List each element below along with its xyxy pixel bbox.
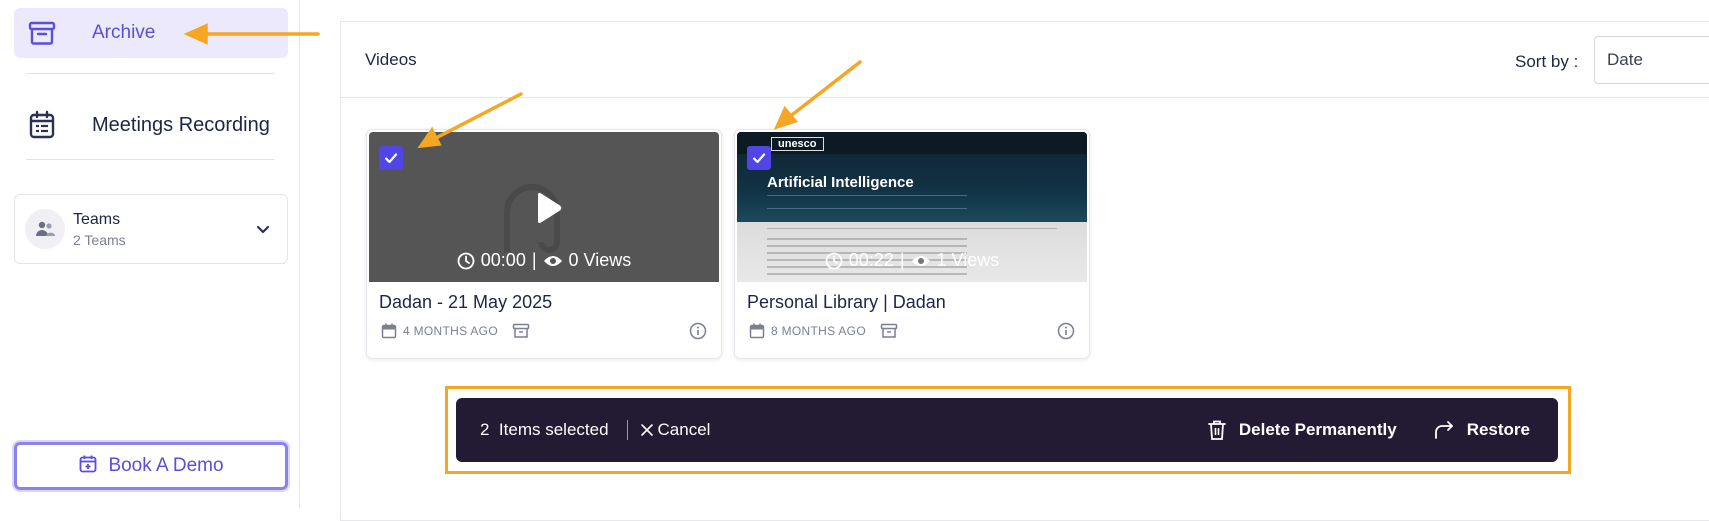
calendar-plus-icon [78,454,98,479]
thumbnail-decoration [767,228,1057,229]
delete-label: Delete Permanently [1238,420,1397,439]
thumbnail-site-logo: unesco [771,137,824,151]
info-icon[interactable] [689,322,707,340]
divider [26,73,274,74]
video-card[interactable]: unesco Artificial Intelligence 00:22 | 1… [734,129,1090,359]
video-duration: 00:22 [848,250,894,270]
video-title[interactable]: Dadan - 21 May 2025 [379,292,552,313]
trash-icon [1207,420,1226,440]
video-meta: 8 MONTHS AGO [749,322,1075,340]
thumbnail-heading: Artificial Intelligence [767,174,914,191]
teams-title: Teams [73,210,121,228]
archive-icon [26,17,58,49]
selected-count: 2 Items selected [480,420,609,439]
video-duration: 00:00 [480,250,526,270]
sidebar: Archive Meetings Recording Teams 2 Teams… [0,0,300,508]
close-icon [640,424,653,436]
divider [26,159,274,160]
check-icon [384,153,398,164]
restore-button[interactable]: Restore [1433,420,1530,440]
video-card[interactable]: 00:00 | 0 Views Dadan - 21 May 2025 4 MO… [366,129,722,359]
chevron-down-icon[interactable] [255,221,271,237]
video-stats: 00:00 | 0 Views [369,250,719,271]
eye-icon [911,255,930,266]
sidebar-item-archive[interactable]: Archive [14,8,288,58]
stats-separator: | [531,250,537,270]
check-icon [752,153,766,164]
video-age: 4 MONTHS AGO [403,324,498,338]
archive-icon[interactable] [880,323,898,339]
users-icon [25,209,65,249]
teams-dropdown[interactable]: Teams 2 Teams [14,194,288,264]
thumbnail-decoration [767,195,967,209]
info-icon[interactable] [1057,322,1075,340]
play-icon[interactable] [529,190,565,226]
redo-icon [1434,421,1453,439]
clock-icon [825,252,843,269]
panel-header: Videos Sort by : Date [341,22,1709,98]
restore-label: Restore [1466,420,1530,439]
eye-icon [543,255,562,266]
video-stats: 00:22 | 1 Views [737,250,1087,271]
video-views: 1 Views [936,250,1000,270]
video-age: 8 MONTHS AGO [771,324,866,338]
video-title[interactable]: Personal Library | Dadan [747,292,946,313]
sidebar-item-label: Archive [92,22,156,43]
calendar-icon [749,323,765,339]
calendar-icon [381,323,397,339]
select-checkbox[interactable] [747,146,771,170]
sort-select[interactable]: Date [1594,36,1709,84]
video-thumbnail[interactable]: 00:00 | 0 Views [369,132,719,282]
selection-action-bar: 2 Items selected Cancel Delete Permanent… [456,398,1558,462]
stats-separator: | [899,250,905,270]
sidebar-item-label: Meetings Recording [92,113,270,136]
sort-value: Date [1607,50,1643,69]
sort-label: Sort by : [1515,52,1579,71]
delete-permanently-button[interactable]: Delete Permanently [1207,419,1397,441]
teams-count: 2 Teams [73,231,126,248]
video-views: 0 Views [568,250,632,270]
cancel-button[interactable]: Cancel [640,420,711,440]
divider [626,420,628,440]
video-thumbnail[interactable]: unesco Artificial Intelligence 00:22 | 1… [737,132,1087,282]
cancel-label: Cancel [657,420,711,439]
page-title: Videos [365,50,417,69]
archive-icon[interactable] [512,323,530,339]
sidebar-item-meetings-recording[interactable]: Meetings Recording [14,100,288,150]
book-demo-label: Book A Demo [108,455,224,476]
video-meta: 4 MONTHS AGO [381,322,707,340]
book-demo-button[interactable]: Book A Demo [14,442,288,490]
clock-icon [457,252,475,269]
calendar-icon [26,109,58,141]
select-checkbox[interactable] [379,146,403,170]
